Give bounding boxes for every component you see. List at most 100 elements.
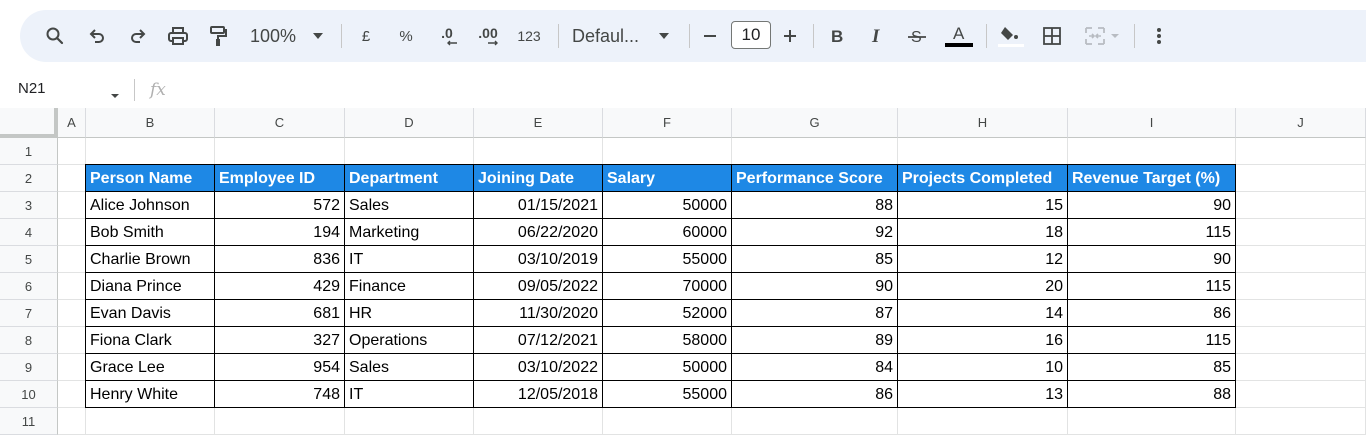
cell[interactable]	[1236, 408, 1366, 435]
table-header-cell[interactable]: Projects Completed	[898, 165, 1068, 192]
zoom-value[interactable]: 100%	[248, 23, 298, 49]
table-cell[interactable]: 327	[215, 327, 345, 354]
table-cell[interactable]: 03/10/2022	[474, 354, 603, 381]
cell[interactable]	[58, 300, 86, 327]
more-options-button[interactable]	[1148, 23, 1170, 49]
table-cell[interactable]: 11/30/2020	[474, 300, 603, 327]
cell[interactable]	[1236, 219, 1366, 246]
table-cell[interactable]: 10	[898, 354, 1068, 381]
cell[interactable]	[898, 138, 1068, 165]
table-cell[interactable]: Charlie Brown	[86, 246, 215, 273]
cell[interactable]	[86, 138, 215, 165]
table-cell[interactable]: 748	[215, 381, 345, 408]
cell[interactable]	[732, 138, 898, 165]
cell[interactable]	[1236, 354, 1366, 381]
borders-button[interactable]	[1040, 23, 1064, 49]
row-header-7[interactable]: 7	[0, 300, 58, 327]
table-cell[interactable]: 06/22/2020	[474, 219, 603, 246]
cell[interactable]	[58, 138, 86, 165]
text-color-button[interactable]: A	[944, 23, 974, 49]
column-header-b[interactable]: B	[86, 108, 215, 138]
row-header-3[interactable]: 3	[0, 192, 58, 219]
print-button[interactable]	[165, 23, 191, 49]
table-cell[interactable]: 90	[1068, 246, 1236, 273]
table-header-cell[interactable]: Joining Date	[474, 165, 603, 192]
table-cell[interactable]: Bob Smith	[86, 219, 215, 246]
table-cell[interactable]: 14	[898, 300, 1068, 327]
table-cell[interactable]: 55000	[603, 381, 732, 408]
table-cell[interactable]: 12/05/2018	[474, 381, 603, 408]
table-cell[interactable]: 85	[732, 246, 898, 273]
table-cell[interactable]: 01/15/2021	[474, 192, 603, 219]
cell[interactable]	[86, 408, 215, 435]
table-cell[interactable]: 87	[732, 300, 898, 327]
redo-button[interactable]	[125, 23, 151, 49]
cell[interactable]	[1068, 138, 1236, 165]
column-header-f[interactable]: F	[603, 108, 732, 138]
table-cell[interactable]: HR	[345, 300, 474, 327]
italic-button[interactable]: I	[865, 23, 889, 49]
cell[interactable]	[1236, 165, 1366, 192]
cell[interactable]	[58, 408, 86, 435]
decrease-decimal-button[interactable]: .0	[433, 23, 461, 49]
column-header-e[interactable]: E	[474, 108, 603, 138]
table-cell[interactable]: 115	[1068, 219, 1236, 246]
table-cell[interactable]: Alice Johnson	[86, 192, 215, 219]
cell[interactable]	[474, 138, 603, 165]
cell[interactable]	[1068, 408, 1236, 435]
table-cell[interactable]: Grace Lee	[86, 354, 215, 381]
cell[interactable]	[1236, 192, 1366, 219]
cell[interactable]	[1236, 246, 1366, 273]
cell[interactable]	[58, 327, 86, 354]
table-cell[interactable]: Marketing	[345, 219, 474, 246]
column-header-a[interactable]: A	[58, 108, 86, 138]
table-cell[interactable]: IT	[345, 246, 474, 273]
table-cell[interactable]: 89	[732, 327, 898, 354]
cell[interactable]	[58, 246, 86, 273]
font-family-select[interactable]: Defaul...	[572, 23, 648, 49]
paint-format-button[interactable]	[205, 23, 231, 49]
cell[interactable]	[732, 408, 898, 435]
cell[interactable]	[1236, 138, 1366, 165]
table-cell[interactable]: 954	[215, 354, 345, 381]
table-cell[interactable]: 84	[732, 354, 898, 381]
formula-input[interactable]	[180, 76, 1360, 104]
table-cell[interactable]: Diana Prince	[86, 273, 215, 300]
column-header-c[interactable]: C	[215, 108, 345, 138]
more-formats-button[interactable]: 123	[514, 23, 544, 49]
column-header-i[interactable]: I	[1068, 108, 1236, 138]
cell[interactable]	[898, 408, 1068, 435]
cell[interactable]	[215, 408, 345, 435]
zoom-dropdown[interactable]	[310, 23, 326, 49]
cell[interactable]	[1236, 381, 1366, 408]
table-cell[interactable]: 90	[732, 273, 898, 300]
table-cell[interactable]: 429	[215, 273, 345, 300]
table-cell[interactable]: Sales	[345, 192, 474, 219]
table-cell[interactable]: 92	[732, 219, 898, 246]
cell[interactable]	[345, 138, 474, 165]
row-header-11[interactable]: 11	[0, 408, 58, 435]
table-cell[interactable]: 681	[215, 300, 345, 327]
cell[interactable]	[1236, 300, 1366, 327]
table-cell[interactable]: Fiona Clark	[86, 327, 215, 354]
table-header-cell[interactable]: Department	[345, 165, 474, 192]
table-cell[interactable]: 115	[1068, 273, 1236, 300]
table-cell[interactable]: Henry White	[86, 381, 215, 408]
cell[interactable]	[1236, 273, 1366, 300]
table-cell[interactable]: Evan Davis	[86, 300, 215, 327]
table-cell[interactable]: 15	[898, 192, 1068, 219]
table-cell[interactable]: 90	[1068, 192, 1236, 219]
font-size-input[interactable]: 10	[731, 21, 771, 49]
row-header-5[interactable]: 5	[0, 246, 58, 273]
table-cell[interactable]: Finance	[345, 273, 474, 300]
increase-decimal-button[interactable]: .00	[473, 23, 503, 49]
row-header-8[interactable]: 8	[0, 327, 58, 354]
table-cell[interactable]: 52000	[603, 300, 732, 327]
table-cell[interactable]: 58000	[603, 327, 732, 354]
strikethrough-button[interactable]: S	[905, 23, 929, 49]
table-cell[interactable]: 85	[1068, 354, 1236, 381]
table-cell[interactable]: 16	[898, 327, 1068, 354]
row-header-1[interactable]: 1	[0, 138, 58, 165]
cell[interactable]	[58, 165, 86, 192]
row-header-2[interactable]: 2	[0, 165, 58, 192]
